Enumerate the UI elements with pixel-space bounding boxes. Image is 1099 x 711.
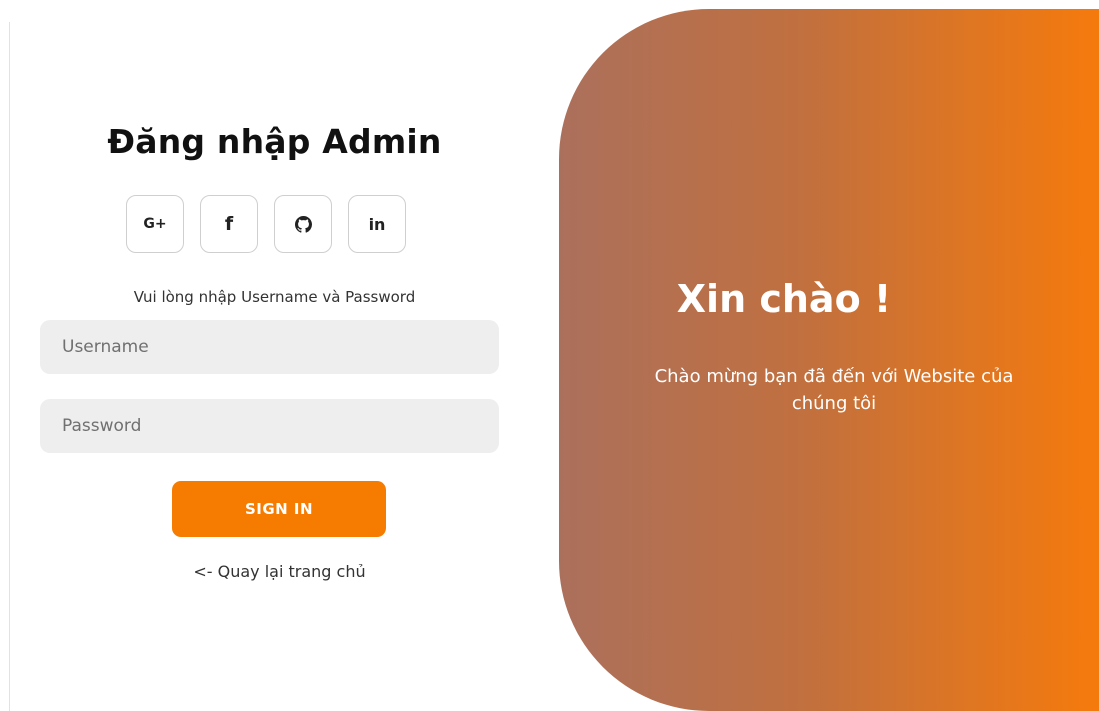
linkedin-icon: in [368,214,386,234]
page-title: Đăng nhập Admin [107,122,442,161]
facebook-button[interactable]: f [200,195,258,253]
social-login-row: G+ f in [126,195,406,255]
welcome-title: Xin chào ! [676,277,892,321]
linkedin-button[interactable]: in [348,195,406,253]
google-plus-button[interactable]: G+ [126,195,184,253]
google-plus-icon: G+ [143,216,167,232]
login-card: Đăng nhập Admin G+ f in Vui lòng nhập Us… [10,9,1099,711]
github-icon [294,215,312,233]
welcome-text: Chào mừng bạn đã đến với Website của chú… [654,366,1014,414]
welcome-panel: Xin chào ! Chào mừng bạn đã đến với Webs… [559,9,1099,711]
sign-in-form: Đăng nhập Admin G+ f in Vui lòng nhập Us… [40,9,509,711]
facebook-icon: f [224,213,234,235]
login-page: Đăng nhập Admin G+ f in Vui lòng nhập Us… [0,0,1099,711]
sign-in-button[interactable]: SIGN IN [172,481,386,537]
password-input[interactable] [40,399,499,453]
username-input[interactable] [40,320,499,374]
login-hint: Vui lòng nhập Username và Password [133,288,416,306]
back-to-home-link[interactable]: <- Quay lại trang chủ [40,562,519,581]
github-button[interactable] [274,195,332,253]
